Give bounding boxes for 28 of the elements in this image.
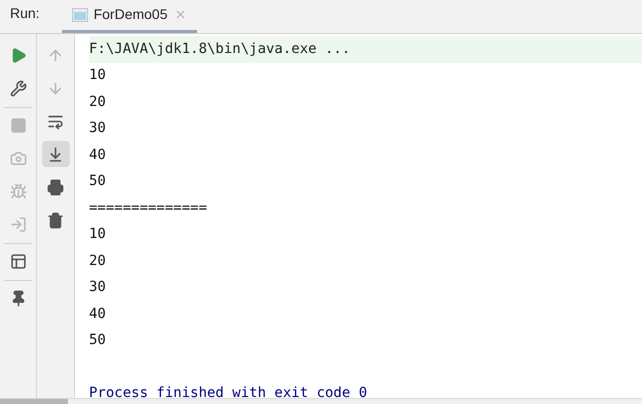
- output-line: 50: [89, 331, 107, 350]
- exit-message: Process finished with exit code 0: [89, 384, 368, 403]
- run-tab[interactable]: ForDemo05: [62, 0, 196, 33]
- printer-icon: [47, 178, 64, 196]
- enter-icon: [10, 216, 26, 232]
- scrollbar-thumb[interactable]: [0, 399, 68, 404]
- stop-icon: [10, 116, 26, 134]
- output-line: 30: [89, 278, 107, 298]
- scroll-to-end-button[interactable]: [42, 141, 70, 167]
- camera-icon: [10, 150, 26, 166]
- run-label: Run:: [10, 4, 40, 23]
- output-line: 50: [89, 172, 107, 192]
- scroll-to-end-icon: [47, 146, 64, 162]
- output-line: 30: [89, 119, 107, 138]
- output-line: 10: [89, 225, 107, 244]
- output-line: 20: [89, 252, 107, 271]
- output-line: 10: [89, 66, 107, 86]
- bug-icon: [10, 182, 26, 200]
- console-window-icon: [72, 8, 88, 22]
- output-line: 40: [89, 304, 107, 324]
- output-line: 20: [89, 92, 107, 112]
- layout-icon: [10, 252, 26, 270]
- close-icon[interactable]: [174, 8, 186, 21]
- output-line: ==============: [89, 198, 208, 218]
- output-line: 40: [89, 146, 107, 165]
- wrench-icon: [10, 80, 26, 96]
- tab-title: ForDemo05: [94, 5, 168, 24]
- trash-icon: [47, 212, 64, 228]
